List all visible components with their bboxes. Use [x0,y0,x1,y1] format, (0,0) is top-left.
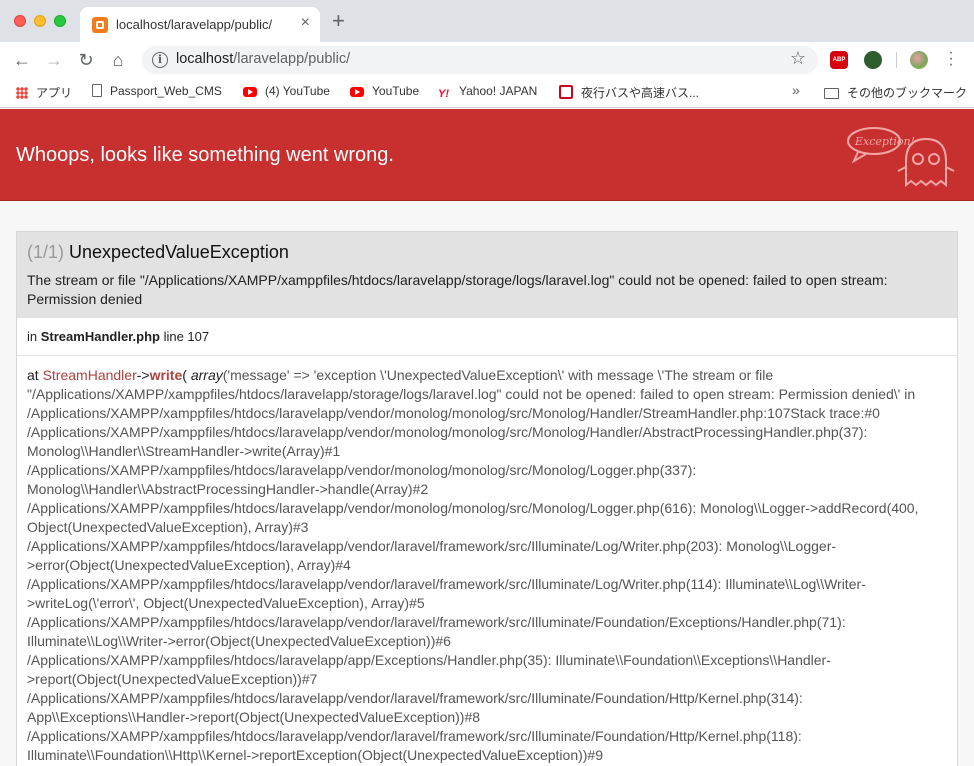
bookmark-yahoo[interactable]: Y! Yahoo! JAPAN [438,84,537,100]
bookmark-star-icon[interactable]: ☆ [790,48,806,69]
exception-panel: (1/1) UnexpectedValueException The strea… [16,231,958,766]
xampp-favicon-icon [92,17,108,33]
bookmark-label: (4) YouTube [265,84,330,98]
url-path: /laravelapp/public/ [233,51,351,67]
tab-title: localhost/laravelapp/public/ [116,17,273,32]
bookmark-youtube[interactable]: YouTube [350,84,419,98]
stack-trace: at StreamHandler->write( array('message'… [17,356,957,766]
location-line: line 107 [163,329,210,344]
profile-avatar[interactable] [910,51,928,69]
bookmark-label: YouTube [372,84,420,98]
info-icon[interactable]: i [152,52,168,68]
url-host: localhost [176,51,234,67]
error-header: Whoops, looks like something went wrong.… [0,109,974,201]
bus-icon [559,85,573,99]
trace-arrow: -> [136,367,150,383]
more-bookmarks-chevron-icon[interactable]: » [792,82,800,98]
exception-class: UnexpectedValueException [69,242,289,262]
title-bar: localhost/laravelapp/public/ × + [0,0,974,42]
forward-icon[interactable]: → [42,48,66,72]
reload-icon[interactable]: ↻ [74,48,98,72]
back-icon[interactable]: ← [10,48,34,72]
extension-globe-icon[interactable] [864,51,882,69]
other-bookmarks-label: その他のブックマーク [847,86,968,100]
trace-method: write [149,367,183,383]
exception-ghost-icon: Exception! [847,127,955,188]
yahoo-icon: Y! [438,88,449,100]
url-text[interactable]: localhost/laravelapp/public/ [176,51,350,67]
youtube-icon [243,87,257,97]
browser-tab[interactable]: localhost/laravelapp/public/ × [80,7,320,42]
bookmark-youtube-4[interactable]: (4) YouTube [243,84,330,98]
bookmark-label: アプリ [36,86,73,100]
exception-title: (1/1) UnexpectedValueException [27,242,947,263]
page-viewport: Whoops, looks like something went wrong.… [0,109,974,766]
trace-arg-type: array [190,367,223,383]
bookmark-bus[interactable]: 夜行バスや高速バス... [559,84,699,101]
tab-close-icon[interactable]: × [301,14,310,32]
exception-message: The stream or file "/Applications/XAMPP/… [27,272,888,307]
exception-location: in StreamHandler.php line 107 [17,318,957,356]
trace-class: StreamHandler [42,367,137,383]
new-tab-button[interactable]: + [332,10,345,32]
page-title: Whoops, looks like something went wrong. [16,144,394,166]
toolbar-divider [896,52,897,68]
address-bar[interactable]: i localhost/laravelapp/public/ ☆ [142,46,818,74]
page-icon [92,84,102,97]
location-file: StreamHandler.php [40,329,160,344]
youtube-icon [350,87,364,97]
exception-count: (1/1) [27,242,65,262]
bookmark-apps[interactable]: アプリ [16,84,72,101]
home-icon[interactable]: ⌂ [106,48,130,72]
other-bookmarks[interactable]: その他のブックマーク [824,84,967,101]
trace-at: at [27,367,39,383]
bookmark-label: 夜行バスや高速バス... [581,86,700,100]
close-window-button[interactable] [14,15,26,27]
apps-grid-icon [16,87,28,99]
location-prefix: in [27,329,38,344]
maximize-window-button[interactable] [54,15,66,27]
bookmark-label: Passport_Web_CMS [110,84,222,98]
folder-icon [824,88,839,99]
svg-text:Exception!: Exception! [854,135,915,148]
adblock-plus-icon[interactable]: ABP [830,51,848,69]
exception-summary: (1/1) UnexpectedValueException The strea… [17,232,957,318]
bookmark-label: Yahoo! JAPAN [459,84,538,98]
browser-toolbar: ← → ↻ ⌂ i localhost/laravelapp/public/ ☆… [0,42,974,78]
trace-open-paren: ( [182,367,187,383]
bookmarks-bar: アプリ Passport_Web_CMS (4) YouTube YouTube… [0,78,974,108]
bookmark-passport[interactable]: Passport_Web_CMS [92,84,222,98]
minimize-window-button[interactable] [34,15,46,27]
trace-args: ('message' => 'exception \'UnexpectedVal… [27,367,919,763]
menu-dots-icon[interactable]: · · · [944,45,958,73]
